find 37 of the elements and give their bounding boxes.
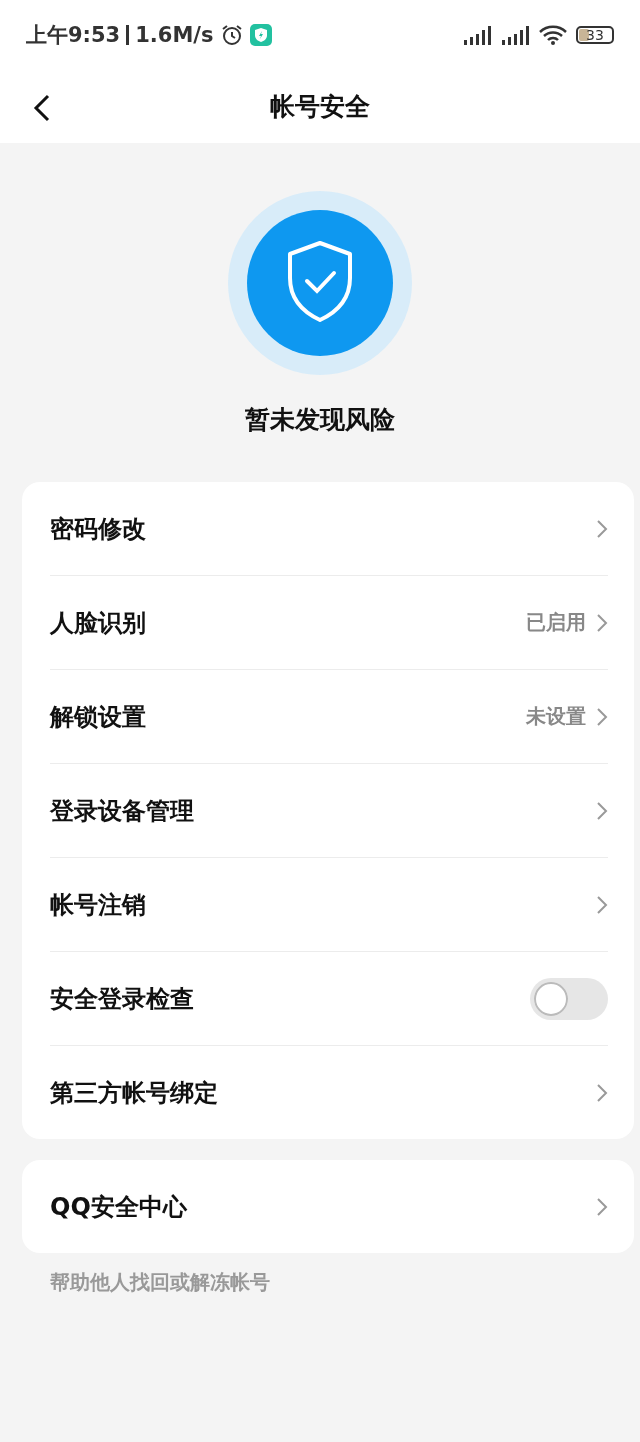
toggle-switch[interactable] [530, 977, 608, 1020]
chevron-right-icon [596, 1082, 608, 1103]
row-label: QQ安全中心 [50, 1191, 188, 1223]
clock-time: 上午9:53 [26, 22, 121, 49]
row-label: 安全登录检查 [50, 983, 195, 1015]
chevron-right-icon [596, 800, 608, 821]
settings-row[interactable]: 密码修改 [50, 482, 608, 575]
signal-icon [462, 24, 492, 46]
settings-row[interactable]: 登录设备管理 [50, 763, 608, 857]
back-icon [32, 94, 52, 122]
shield-check-icon [228, 191, 412, 375]
security-status: 暂未发现风险 [245, 404, 395, 436]
row-label: 登录设备管理 [50, 795, 195, 827]
row-label: 帐号注销 [50, 889, 147, 921]
chevron-right-icon [596, 612, 608, 633]
settings-row[interactable]: 解锁设置 未设置 [50, 669, 608, 763]
chevron-right-icon [596, 518, 608, 539]
settings-row[interactable]: 人脸识别 已启用 [50, 575, 608, 669]
network-speed: 1.6M/s [135, 23, 214, 47]
battery-icon: 33 [576, 26, 614, 44]
settings-row[interactable]: 安全登录检查 [50, 951, 608, 1045]
status-value: 已启用 [526, 609, 586, 636]
row-label: 密码修改 [50, 513, 147, 545]
settings-row[interactable]: 帐号注销 [50, 857, 608, 951]
chevron-right-icon [596, 1196, 608, 1217]
signal-icon [500, 24, 530, 46]
row-label: 第三方帐号绑定 [50, 1077, 219, 1109]
settings-row[interactable]: QQ安全中心 [50, 1160, 608, 1253]
row-label: 人脸识别 [50, 607, 147, 639]
status-value: 未设置 [526, 703, 586, 730]
page-title: 帐号安全 [270, 91, 370, 123]
settings-row[interactable]: 第三方帐号绑定 [50, 1045, 608, 1139]
chevron-right-icon [596, 894, 608, 915]
chevron-right-icon [596, 706, 608, 727]
row-label: 解锁设置 [50, 701, 147, 733]
wifi-icon [538, 24, 568, 46]
shield-app-icon [249, 24, 272, 46]
